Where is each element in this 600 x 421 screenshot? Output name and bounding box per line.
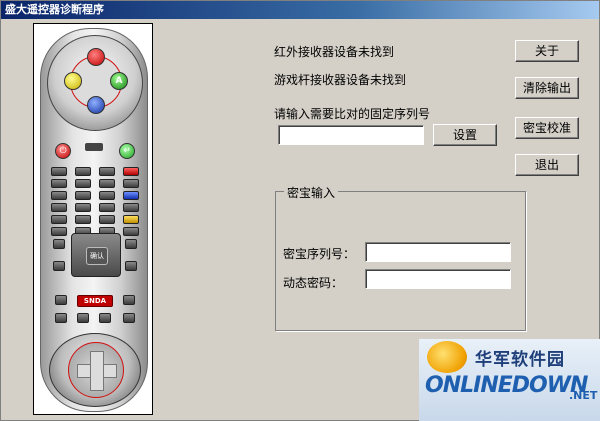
exit-button[interactable]: 退出 xyxy=(515,154,579,176)
volume-down-key xyxy=(53,261,65,271)
navigation-pad: 确认 xyxy=(71,233,121,277)
dynamic-password-label: 动态密码： xyxy=(283,276,344,290)
gamepad-receiver-status: 游戏杆接收器设备未找到 xyxy=(274,73,407,87)
volume-up-key xyxy=(53,239,65,249)
watermark-en: ONLINEDOWN xyxy=(425,373,588,398)
title-bar: 盛大遥控器诊断程序 xyxy=(1,1,599,19)
gamepad-blue-button xyxy=(87,96,105,114)
serial-prompt-label: 请输入需要比对的固定序列号 xyxy=(274,107,431,121)
eject-key xyxy=(123,295,135,305)
forward-key xyxy=(123,313,135,323)
power-icon: ⏻ xyxy=(55,143,71,159)
calibrate-button[interactable]: 密宝校准 xyxy=(515,117,579,139)
set-button[interactable]: 设置 xyxy=(433,124,497,146)
record-key xyxy=(55,295,67,305)
remote-keypad xyxy=(51,167,139,239)
channel-up-key xyxy=(125,239,137,249)
ir-receiver-status: 红外接收器设备未找到 xyxy=(274,45,395,59)
remote-illustration: A ⏻ ↵ 确认 SNDA xyxy=(40,28,148,412)
site-watermark: 华军软件园 ONLINEDOWN .NET xyxy=(419,339,600,421)
enter-icon: ↵ xyxy=(119,143,135,159)
channel-down-key xyxy=(125,261,137,271)
clear-output-button[interactable]: 清除输出 xyxy=(515,77,579,99)
dynamic-password-input[interactable] xyxy=(365,269,511,289)
serial-input[interactable] xyxy=(278,125,424,145)
mode-key xyxy=(85,143,103,151)
mibao-group-label: 密宝输入 xyxy=(284,184,339,201)
play-pause-key xyxy=(77,313,89,323)
ok-key: 确认 xyxy=(86,247,108,265)
main-window: 盛大遥控器诊断程序 A ⏻ ↵ 确认 SNDA 红外接收器设备未找到 游戏杆接收… xyxy=(0,0,600,421)
globe-icon xyxy=(427,341,467,373)
bottom-dpad xyxy=(49,333,141,407)
mibao-serial-label: 密宝序列号： xyxy=(283,247,356,261)
gamepad-red-button xyxy=(87,48,105,66)
bottom-dpad-ring xyxy=(68,342,124,398)
gamepad-dpad: A xyxy=(47,35,143,131)
watermark-suffix: .NET xyxy=(569,389,598,402)
watermark-cn: 华军软件园 xyxy=(475,350,565,370)
gamepad-green-button: A xyxy=(110,72,128,90)
snda-logo: SNDA xyxy=(77,295,113,307)
remote-image-panel: A ⏻ ↵ 确认 SNDA xyxy=(33,23,153,415)
mibao-serial-input[interactable] xyxy=(365,242,511,262)
about-button[interactable]: 关于 xyxy=(515,40,579,62)
rewind-key xyxy=(55,313,67,323)
gamepad-yellow-button xyxy=(64,72,82,90)
stop-key xyxy=(99,313,111,323)
